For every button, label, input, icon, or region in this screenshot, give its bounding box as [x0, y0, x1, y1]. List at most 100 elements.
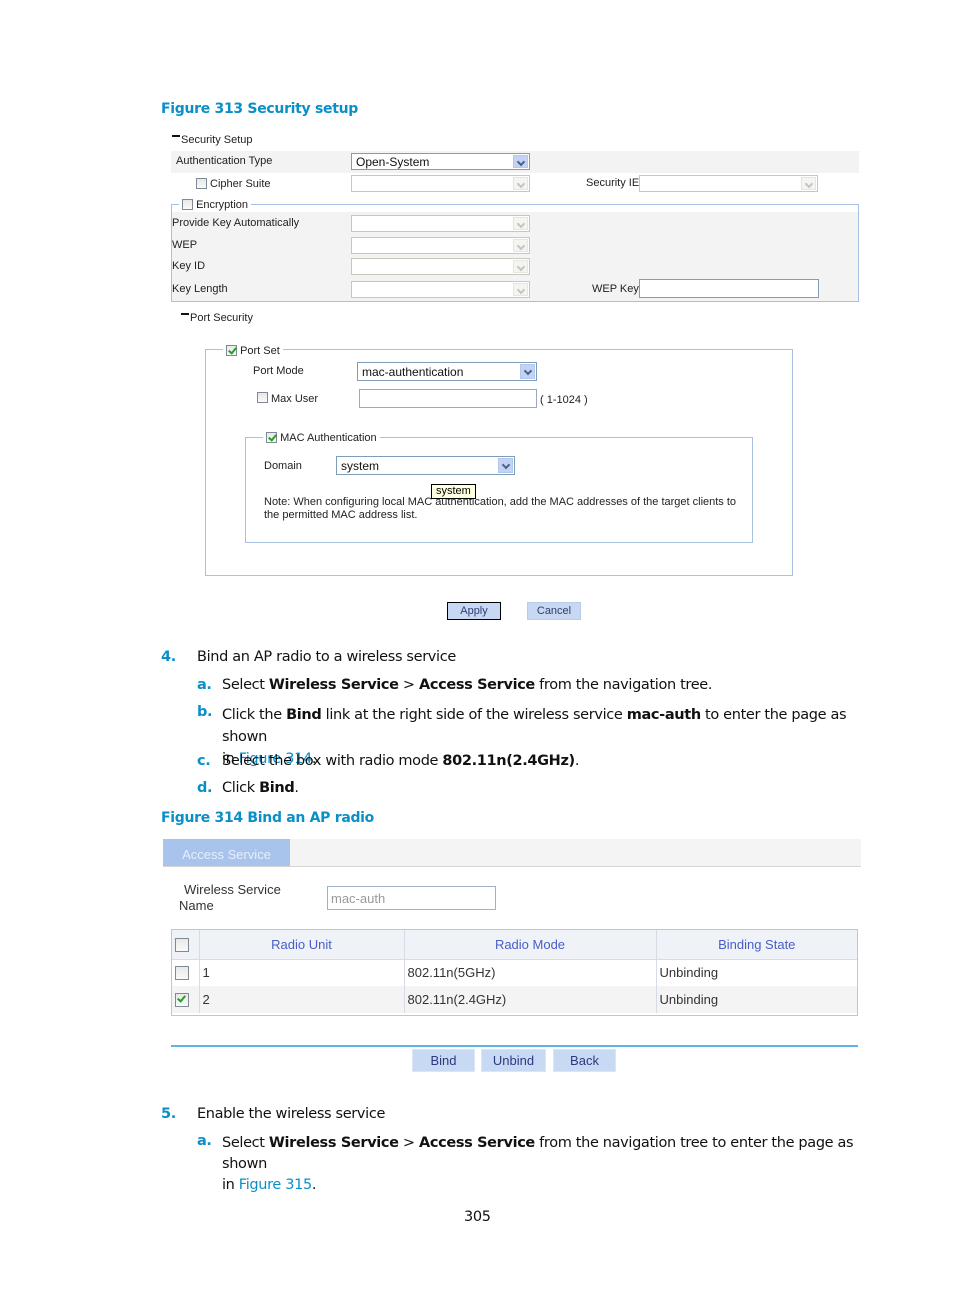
domain-select[interactable]: system	[336, 456, 515, 475]
radio-unit-cell: 2	[199, 986, 405, 1013]
text: Select the box with radio mode	[222, 753, 443, 769]
service-name-value: mac-auth	[331, 891, 386, 906]
step-4a-text: Select Wireless Service > Access Service…	[222, 677, 712, 693]
wep-key-input[interactable]	[639, 279, 819, 298]
radio-mode-cell: 802.11n(2.4GHz)	[404, 986, 657, 1013]
text: .	[574, 753, 580, 769]
step-4a-label: a.	[197, 677, 212, 693]
bold-text: Wireless Service	[268, 1135, 399, 1151]
bold-text: Bind	[286, 707, 322, 723]
key-length-select[interactable]	[351, 281, 530, 298]
text: in	[222, 1177, 239, 1193]
chevron-down-icon[interactable]	[513, 283, 528, 296]
security-ie-select[interactable]	[639, 175, 818, 192]
bold-text: Access Service	[418, 1135, 535, 1151]
figure-313-caption: Figure 313 Security setup	[161, 101, 358, 117]
header-binding-state[interactable]: Binding State	[656, 930, 857, 959]
binding-state-cell: Unbinding	[659, 965, 719, 981]
text: Click	[222, 780, 260, 796]
service-name-label-line2: Name	[179, 898, 214, 913]
key-id-label: Key ID	[172, 260, 206, 272]
max-user-input[interactable]	[359, 389, 537, 408]
key-id-select[interactable]	[351, 258, 530, 275]
collapse-icon[interactable]	[181, 313, 189, 316]
select-all-cell	[172, 930, 200, 959]
chevron-down-icon[interactable]	[498, 458, 513, 473]
bold-text: Access Service	[418, 677, 535, 693]
divider	[171, 1045, 858, 1047]
figure-314-caption: Figure 314 Bind an AP radio	[161, 810, 375, 826]
service-name-label-line1: Wireless Service	[184, 882, 281, 897]
text: Click the	[222, 707, 287, 723]
port-set-legend: Port Set	[223, 343, 283, 357]
figure-315-link[interactable]: Figure 315	[239, 1177, 312, 1193]
cipher-suite-select[interactable]	[351, 175, 530, 192]
step-4-text: Bind an AP radio to a wireless service	[197, 649, 456, 665]
mac-auth-label: MAC Authentication	[280, 432, 377, 444]
cipher-suite-checkbox[interactable]	[196, 178, 207, 189]
table-row: 2 802.11n(2.4GHz) Unbinding	[172, 986, 857, 1013]
text: .	[311, 1177, 317, 1193]
binding-state-cell: Unbinding	[659, 992, 719, 1007]
bold-text: 802.11n(2.4GHz)	[442, 753, 575, 769]
chevron-down-icon[interactable]	[513, 155, 528, 168]
row-select-cell	[172, 959, 200, 986]
mac-auth-checkbox[interactable]	[266, 432, 277, 443]
text: >	[398, 677, 419, 693]
row-2-checkbox[interactable]	[175, 993, 189, 1007]
service-name-input[interactable]: mac-auth	[327, 886, 496, 910]
step-5a-text: Select Wireless Service > Access Service…	[222, 1133, 872, 1196]
unbind-button[interactable]: Unbind	[481, 1049, 546, 1072]
row-1-checkbox[interactable]	[175, 966, 189, 981]
text: >	[398, 1135, 419, 1151]
port-mode-select[interactable]: mac-authentication	[357, 362, 537, 381]
mac-auth-note: Note: When configuring local MAC authent…	[264, 496, 744, 522]
table-header-row: Radio Unit Radio Mode Binding State	[172, 930, 857, 959]
security-setup-section-header[interactable]: Security Setup	[172, 134, 253, 146]
radio-mode-cell: 802.11n(5GHz)	[404, 959, 657, 986]
tab-access-service[interactable]: Access Service	[163, 839, 290, 866]
mac-auth-legend: MAC Authentication	[263, 430, 380, 444]
max-user-label: Max User	[271, 393, 319, 405]
port-set-label: Port Set	[240, 345, 280, 357]
mac-auth-fieldset	[245, 437, 753, 543]
chevron-down-icon[interactable]	[513, 260, 528, 273]
text: from the navigation tree.	[534, 677, 713, 693]
step-5-number: 5.	[161, 1106, 176, 1122]
max-user-range-hint: ( 1-1024 )	[540, 394, 588, 406]
encryption-checkbox[interactable]	[182, 199, 193, 210]
port-mode-value: mac-authentication	[362, 365, 464, 379]
chevron-down-icon[interactable]	[801, 177, 816, 190]
chevron-down-icon[interactable]	[513, 177, 528, 190]
radio-table: Radio Unit Radio Mode Binding State 1 80…	[172, 930, 857, 1013]
row-select-cell	[172, 986, 200, 1013]
text: Select	[222, 1135, 269, 1151]
text: Select	[222, 677, 269, 693]
select-all-checkbox[interactable]	[175, 937, 189, 952]
page-number: 305	[464, 1209, 491, 1225]
text: .	[294, 780, 299, 796]
note-line-2: the permitted MAC address list.	[264, 509, 418, 521]
provide-key-select[interactable]	[351, 215, 530, 232]
wep-key-label: WEP Key	[592, 283, 639, 295]
max-user-checkbox[interactable]	[257, 392, 268, 403]
port-set-checkbox[interactable]	[226, 345, 237, 356]
auth-type-select[interactable]: Open-System	[351, 153, 530, 170]
header-radio-mode[interactable]: Radio Mode	[404, 930, 657, 959]
step-4c-label: c.	[197, 753, 211, 769]
chevron-down-icon[interactable]	[520, 364, 535, 379]
apply-button[interactable]: Apply	[447, 602, 501, 620]
chevron-down-icon[interactable]	[513, 217, 528, 230]
text: link at the right side of the wireless s…	[321, 707, 627, 723]
back-button[interactable]: Back	[553, 1049, 616, 1072]
step-5-text: Enable the wireless service	[197, 1106, 386, 1122]
header-radio-unit[interactable]: Radio Unit	[199, 930, 405, 959]
wep-select[interactable]	[351, 237, 530, 254]
collapse-icon[interactable]	[172, 135, 180, 138]
wep-label: WEP	[172, 239, 198, 251]
cancel-button[interactable]: Cancel	[527, 602, 581, 620]
port-mode-label: Port Mode	[253, 365, 304, 377]
port-security-section-header[interactable]: Port Security	[181, 312, 253, 324]
bind-button[interactable]: Bind	[412, 1049, 475, 1072]
chevron-down-icon[interactable]	[513, 239, 528, 252]
